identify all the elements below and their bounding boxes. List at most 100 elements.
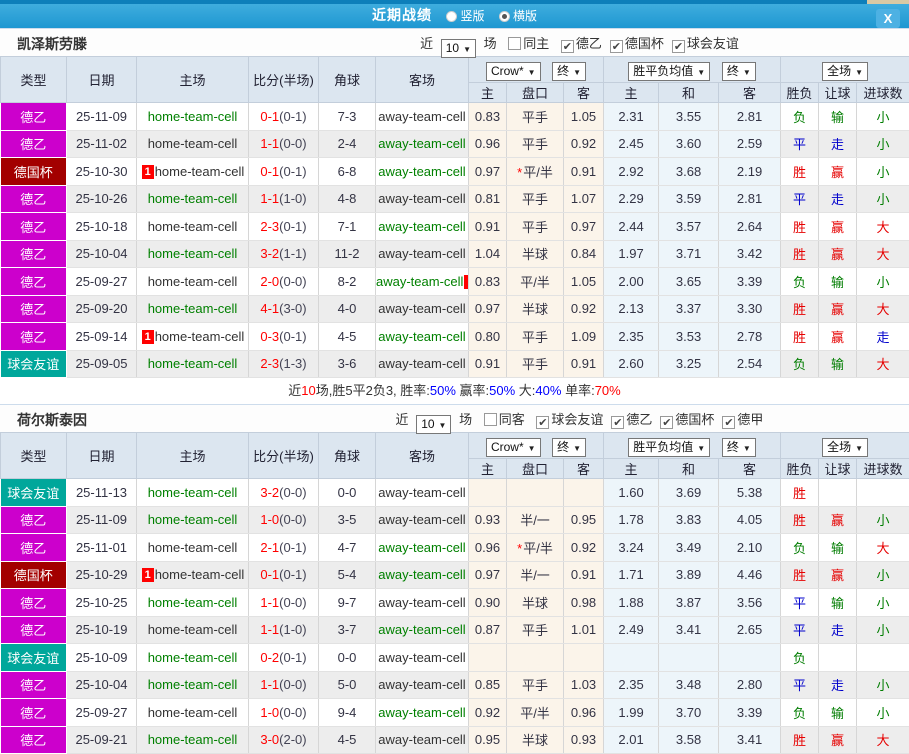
mean-odds-select[interactable]: 胜平负均值 ▼ (628, 61, 711, 81)
table-row: 德乙 25-09-21 home-team-cell 3-0(2-0) 4-5 away-… (0, 726, 909, 754)
team-label: away-team-cell (378, 622, 466, 638)
team-cell: 1 home-team-cell (136, 157, 249, 186)
league-filter-checkbox[interactable] (722, 416, 736, 429)
goals-result-cell: 小 (856, 267, 909, 296)
odds-away-cell: 0.91 (563, 561, 605, 589)
wdl-result-cell: 平 (780, 588, 820, 617)
mean-away-cell: 2.80 (718, 671, 782, 699)
scope-select[interactable]: 全场 ▼ (822, 437, 868, 457)
match-count-select[interactable]: 10 ▼ (416, 415, 452, 434)
radio-horizontal[interactable]: 横版 (498, 9, 537, 23)
date-cell: 25-10-09 (66, 643, 137, 672)
handicap-cell: 平手 (506, 616, 564, 644)
close-button[interactable]: X (876, 9, 900, 28)
team-label: home-team-cell (147, 356, 238, 372)
league-filter[interactable]: 球会友谊 (664, 36, 739, 53)
match-type-cell: 德乙 (0, 533, 67, 562)
handicap-cell: 半球 (506, 295, 564, 323)
score-cell: 1-0(0-0) (248, 506, 319, 534)
league-filter-checkbox[interactable] (671, 40, 685, 53)
halftime-score: (0-0) (279, 273, 307, 289)
subcol-wdl: 胜负 (780, 458, 820, 479)
team-cell: away-team-cell (375, 561, 469, 589)
team-label: away-team-cell (378, 218, 466, 234)
radio-horizontal-icon[interactable] (498, 11, 510, 22)
fulltime-score: 1-1 (260, 594, 280, 610)
corner-cell: 4-8 (318, 185, 376, 213)
league-filter[interactable]: 德乙 (553, 36, 602, 53)
odds-home-cell: 0.95 (468, 726, 507, 754)
league-filter[interactable]: 德国杯 (602, 36, 664, 53)
goals-result-cell: 走 (856, 322, 909, 351)
score-cell: 2-3(1-3) (248, 350, 319, 378)
handicap-cell: 半球 (506, 726, 564, 754)
league-filter-checkbox[interactable] (536, 416, 550, 429)
team-label: away-team-cell (378, 594, 466, 610)
league-filter[interactable]: 球会友谊 (528, 412, 603, 429)
mean-odds-select[interactable]: 胜平负均值 ▼ (628, 437, 711, 457)
mean-home-cell: 2.13 (603, 295, 660, 323)
league-filter-checkbox[interactable] (611, 416, 625, 429)
league-filter[interactable]: 德乙 (603, 412, 652, 429)
match-type-cell: 德乙 (0, 588, 67, 617)
mean-stage-select[interactable]: 终 ▼ (721, 437, 756, 457)
same-filter-checkbox[interactable] (508, 37, 522, 50)
team-cell: home-team-cell (136, 295, 249, 323)
radio-vertical[interactable]: 竖版 (446, 9, 485, 23)
match-count-select[interactable]: 10 ▼ (440, 39, 476, 58)
league-filter-checkbox[interactable] (609, 40, 623, 53)
league-filter-checkbox[interactable] (660, 416, 674, 429)
handicap-cell: 平手 (506, 130, 564, 158)
wdl-result-cell: 胜 (780, 295, 820, 323)
col-date: 日期 (66, 56, 137, 103)
odds-away-cell: 1.05 (563, 102, 605, 131)
mean-away-cell: 2.59 (718, 130, 782, 158)
league-filter-checkbox[interactable] (560, 40, 574, 53)
radio-vertical-icon[interactable] (446, 11, 458, 22)
scope-select[interactable]: 全场 ▼ (822, 61, 868, 81)
fulltime-score: 2-1 (260, 539, 280, 555)
table-row: 德乙 25-11-01 home-team-cell 2-1(0-1) 4-7 away-… (0, 533, 909, 562)
odds-home-cell: 0.97 (468, 561, 507, 589)
bookmaker-select[interactable]: Crow* ▼ (485, 61, 541, 81)
mean-away-cell: 2.78 (718, 322, 782, 351)
odds-home-cell: 0.90 (468, 588, 507, 617)
odds-stage-select[interactable]: 终 ▼ (552, 437, 587, 457)
mean-odds-select-value: 胜平负均值 (633, 439, 694, 454)
mean-home-cell: 2.35 (603, 322, 660, 351)
match-type-cell: 德乙 (0, 698, 67, 727)
odds-home-cell: 1.04 (468, 240, 507, 268)
halftime-score: (0-1) (279, 649, 307, 665)
score-cell: 2-0(0-0) (248, 267, 319, 296)
mean-draw-cell: 3.58 (658, 726, 720, 754)
wdl-result-cell: 负 (780, 350, 820, 378)
same-filter-checkbox[interactable] (483, 413, 497, 426)
odds-stage-select[interactable]: 终 ▼ (552, 61, 587, 81)
mean-away-cell: 2.19 (718, 157, 782, 186)
team-cell: home-team-cell (136, 240, 249, 268)
team-cell: home-team-cell (136, 478, 249, 507)
team-cell: home-team-cell (136, 102, 249, 131)
handicap-result-cell: 输 (818, 698, 858, 727)
mean-away-cell: 3.56 (718, 588, 782, 617)
handicap-cell: 半/一 (506, 561, 564, 589)
section-header: 荷尔斯泰因 近 10▼ 场 同客 球会友谊 德乙 德国杯 德甲 (0, 405, 909, 434)
mean-away-cell: 5.38 (718, 478, 782, 507)
fulltime-score: 1-1 (260, 191, 280, 207)
goals-result-cell: 大 (856, 726, 909, 754)
team-label: away-team-cell (378, 191, 466, 207)
mean-away-cell: 4.05 (718, 506, 782, 534)
mean-stage-select[interactable]: 终 ▼ (721, 61, 756, 81)
odds-home-cell: 0.83 (468, 267, 507, 296)
bookmaker-select[interactable]: Crow* ▼ (485, 437, 541, 457)
mean-away-cell: 3.39 (718, 267, 782, 296)
odds-away-cell: 0.92 (563, 295, 605, 323)
mean-away-cell: 3.39 (718, 698, 782, 727)
score-cell: 1-1(1-0) (248, 616, 319, 644)
league-filter[interactable]: 德甲 (714, 412, 763, 429)
mean-home-cell: 2.31 (603, 102, 660, 131)
date-cell: 25-10-04 (66, 671, 137, 699)
handicap-result-cell: 输 (818, 267, 858, 296)
league-filter[interactable]: 德国杯 (652, 412, 714, 429)
mean-home-cell: 2.49 (603, 616, 660, 644)
